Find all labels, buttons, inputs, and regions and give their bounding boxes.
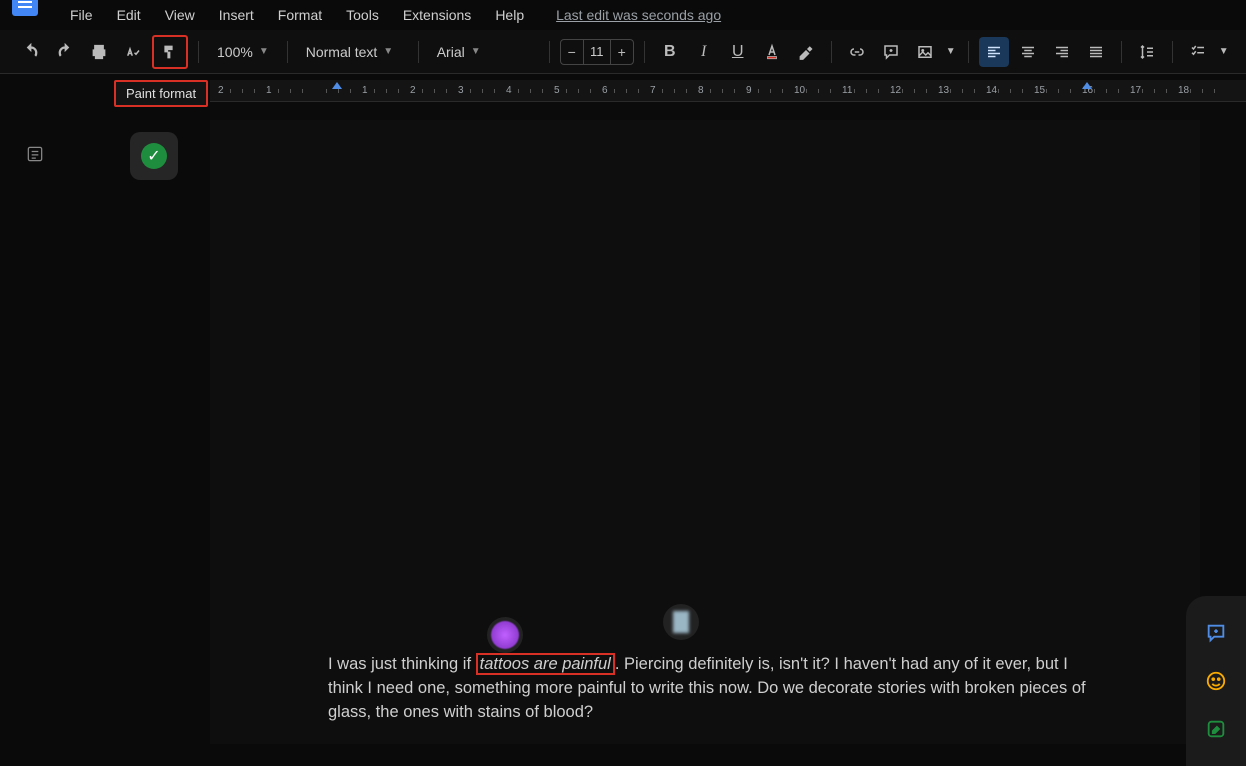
menu-help[interactable]: Help [485,3,534,27]
menu-edit[interactable]: Edit [107,3,151,27]
document-outline-button[interactable] [21,140,49,168]
font-size-control: − 11 + [560,39,634,65]
ruler-tick: 3 [458,85,464,96]
ruler-tick: 12 [890,85,901,96]
separator [1121,41,1122,63]
last-edit-link[interactable]: Last edit was seconds ago [556,7,721,23]
checkmark-icon: ✓ [141,143,167,169]
separator [549,41,550,63]
caret-down-icon: ▼ [471,46,481,57]
floating-action-panel [1186,596,1246,766]
paint-format-button[interactable] [152,35,188,69]
separator [418,41,419,63]
ruler-tick: 7 [650,85,656,96]
zoom-value: 100% [217,44,253,60]
right-indent-marker[interactable] [1082,82,1092,89]
ruler-tick: 15 [1034,85,1045,96]
collaborator-cursor-2 [663,604,699,640]
separator [831,41,832,63]
separator [968,41,969,63]
font-select[interactable]: Arial ▼ [429,37,539,67]
add-comment-action[interactable] [1203,620,1229,646]
add-emoji-action[interactable] [1203,668,1229,694]
add-comment-button[interactable] [876,37,906,67]
grammar-check-badge[interactable]: ✓ [130,132,178,180]
highlighted-phrase: tattoos are painful [476,653,615,675]
undo-button[interactable] [16,37,46,67]
menu-extensions[interactable]: Extensions [393,3,481,27]
style-value: Normal text [306,44,378,60]
ruler-tick: 1 [266,85,272,96]
increase-font-button[interactable]: + [611,44,633,60]
separator [287,41,288,63]
underline-button[interactable]: U [723,37,753,67]
ruler-tick: 11 [842,85,852,96]
caret-down-icon: ▼ [383,46,393,57]
menu-file[interactable]: File [60,3,103,27]
menu-tools[interactable]: Tools [336,3,389,27]
ruler-tick: 13 [938,85,949,96]
separator [1172,41,1173,63]
align-justify-button[interactable] [1081,37,1111,67]
ruler-tick: 6 [602,85,608,96]
redo-button[interactable] [50,37,80,67]
ruler-tick: 2 [410,85,416,96]
document-text[interactable]: I was just thinking if tattoos are painf… [328,652,1088,724]
bold-button[interactable]: B [655,37,685,67]
left-sidebar [0,102,70,744]
text-color-button[interactable] [757,37,787,67]
checklist-button[interactable] [1183,37,1213,67]
toolbar: 100% ▼ Normal text ▼ Arial ▼ − 11 + B I U ▼… [0,30,1246,74]
ruler-tick: 2 [218,85,224,96]
zoom-select[interactable]: 100% ▼ [209,37,277,67]
ruler-tick: 1 [362,85,368,96]
checklist-dropdown-icon[interactable]: ▼ [1217,37,1231,67]
highlight-color-button[interactable] [791,37,821,67]
line-spacing-button[interactable] [1132,37,1162,67]
paint-format-tooltip: Paint format [114,80,208,107]
ruler-tick: 17 [1130,85,1141,96]
collaborator-cursor-1 [487,617,523,653]
italic-button[interactable]: I [689,37,719,67]
left-indent-marker[interactable] [332,82,342,89]
menu-format[interactable]: Format [268,3,332,27]
font-size-value[interactable]: 11 [583,40,611,64]
print-button[interactable] [84,37,114,67]
ruler-tick: 18 [1178,85,1189,96]
menu-insert[interactable]: Insert [209,3,264,27]
menu-view[interactable]: View [155,3,205,27]
decrease-font-button[interactable]: − [561,44,583,60]
text-before: I was just thinking if [328,655,476,673]
ruler-tick: 10 [794,85,805,96]
ruler-tick: 8 [698,85,704,96]
spellcheck-button[interactable] [118,37,148,67]
suggest-edits-action[interactable] [1203,716,1229,742]
menu-bar: File Edit View Insert Format Tools Exten… [0,0,1246,30]
document-canvas[interactable] [210,102,1246,744]
caret-down-icon: ▼ [259,46,269,57]
ruler-tick: 9 [746,85,752,96]
insert-link-button[interactable] [842,37,872,67]
page [210,120,1200,744]
horizontal-ruler[interactable]: 21123456789101112131415161718 [210,80,1246,102]
align-center-button[interactable] [1013,37,1043,67]
separator [198,41,199,63]
ruler-tick: 5 [554,85,560,96]
insert-image-button[interactable] [910,37,940,67]
style-select[interactable]: Normal text ▼ [298,37,408,67]
font-value: Arial [437,44,465,60]
image-dropdown-icon[interactable]: ▼ [944,37,958,67]
ruler-tick: 4 [506,85,512,96]
align-left-button[interactable] [979,37,1009,67]
docs-logo-icon[interactable] [12,0,38,16]
ruler-tick: 14 [986,85,997,96]
align-right-button[interactable] [1047,37,1077,67]
separator [644,41,645,63]
